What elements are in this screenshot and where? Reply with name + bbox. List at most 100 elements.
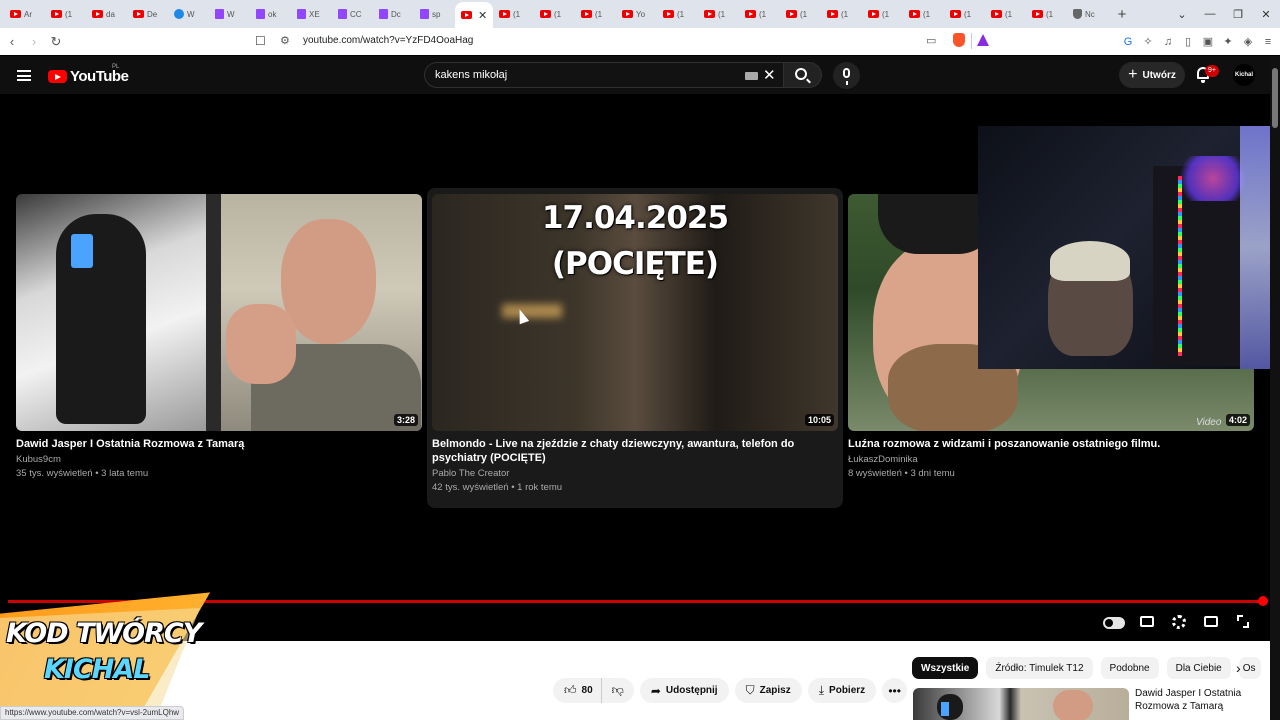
browser-tab[interactable]: ✕	[455, 2, 493, 28]
keyboard-icon[interactable]	[745, 72, 758, 80]
url-text[interactable]: youtube.com/watch?v=YzFD4OoaHag	[303, 35, 473, 46]
fullscreen-icon[interactable]	[1237, 615, 1243, 621]
menu-icon[interactable]: ≡	[1258, 36, 1278, 48]
dislike-button[interactable]: 👎︎	[600, 678, 634, 703]
channel-name[interactable]: Kubus9cm	[16, 453, 422, 467]
vpn-icon[interactable]: ◈	[1238, 35, 1258, 48]
site-settings-icon[interactable]: ⚙	[280, 34, 290, 47]
endscreen-video-2[interactable]: 17.04.2025 (POCIĘTE) 10:05 Belmondo - Li…	[427, 188, 843, 508]
chip-truncated[interactable]: Os	[1238, 657, 1261, 679]
translate-icon[interactable]: G	[1118, 36, 1138, 48]
forward-icon[interactable]: ›	[24, 34, 44, 49]
brave-rewards-icon[interactable]	[977, 34, 989, 46]
browser-tab[interactable]: (1	[698, 3, 739, 25]
tab-search-button[interactable]: ⌄	[1168, 8, 1196, 21]
browser-tab[interactable]: (1	[1026, 3, 1067, 25]
bookmark-icon[interactable]: ☐	[255, 34, 266, 48]
browser-tab[interactable]: (1	[575, 3, 616, 25]
video-thumbnail[interactable]: 17.04.2025 (POCIĘTE) 10:05	[432, 194, 838, 431]
hamburger-menu-icon[interactable]	[17, 70, 31, 81]
browser-tab[interactable]: W	[209, 3, 250, 25]
share-button[interactable]: ➦ Udostępnij	[639, 678, 729, 703]
browser-tab[interactable]: Dc	[373, 3, 414, 25]
wallet-icon[interactable]: ▣	[1198, 35, 1218, 48]
channel-name[interactable]: Pablo The Creator	[432, 467, 843, 481]
brave-shield-icon[interactable]	[953, 33, 965, 47]
video-title[interactable]: Luźna rozmowa z widzami i poszanowanie o…	[848, 437, 1254, 451]
browser-tab[interactable]: Nc	[1067, 3, 1108, 25]
browser-tab[interactable]: XE	[291, 3, 332, 25]
avatar[interactable]: Kichal	[1233, 64, 1255, 86]
miniplayer-icon[interactable]	[1204, 616, 1218, 627]
subtitles-icon[interactable]	[1140, 616, 1154, 627]
reload-icon[interactable]: ↻	[46, 34, 66, 50]
endscreen-video-1[interactable]: 3:28 Dawid Jasper I Ostatnia Rozmowa z T…	[16, 194, 422, 481]
browser-tab[interactable]: sp	[414, 3, 455, 25]
channel-name[interactable]: ŁukaszDominika	[848, 453, 1254, 467]
browser-tab[interactable]: Yo	[616, 3, 657, 25]
download-button[interactable]: ⤓ Pobierz	[807, 678, 877, 703]
browser-tab[interactable]: (1	[985, 3, 1026, 25]
browser-tab[interactable]: (1	[45, 3, 86, 25]
scrubber-handle[interactable]	[1258, 596, 1268, 606]
search-input[interactable]: kakens mikołaj ✕	[424, 62, 784, 88]
chip-for-you[interactable]: Dla Ciebie	[1166, 657, 1231, 679]
restore-button[interactable]: ❐	[1224, 8, 1252, 21]
browser-tab[interactable]: (1	[493, 3, 534, 25]
chevron-right-icon[interactable]: ›	[1236, 660, 1241, 676]
voice-search-button[interactable]	[833, 62, 860, 89]
tab-label: (1	[800, 9, 808, 19]
browser-tab[interactable]: Ar	[4, 3, 45, 25]
browser-tab[interactable]: (1	[821, 3, 862, 25]
address-bar[interactable]: ☐ ⚙ youtube.com/watch?v=YzFD4OoaHag ▭	[248, 30, 1000, 53]
browser-tab[interactable]: De	[127, 3, 168, 25]
like-button[interactable]: 👍︎ 80	[553, 678, 601, 703]
browser-tab[interactable]: ok	[250, 3, 291, 25]
sidebar-icon[interactable]: ▯	[1178, 35, 1198, 48]
video-title[interactable]: Dawid Jasper I Ostatnia Rozmowa z Tamarą	[16, 437, 422, 451]
youtube-play-icon	[48, 70, 67, 83]
video-title[interactable]: Belmondo - Live na zjeździe z chaty dzie…	[432, 437, 832, 465]
new-tab-button[interactable]: +	[1108, 6, 1136, 23]
recommended-thumbnail[interactable]	[913, 688, 1129, 720]
save-button[interactable]: ⛉ Zapisz	[734, 678, 802, 703]
music-icon[interactable]: ♫	[1158, 36, 1178, 48]
search-button[interactable]	[784, 62, 822, 88]
chip-source[interactable]: Źródło: Timulek T12	[986, 657, 1093, 679]
back-icon[interactable]: ‹	[2, 34, 22, 49]
leo-icon[interactable]: ✦	[1218, 35, 1238, 48]
browser-tab[interactable]: (1	[862, 3, 903, 25]
cast-icon[interactable]: ▭	[926, 34, 936, 47]
close-window-button[interactable]: ✕	[1252, 8, 1280, 21]
download-label: Pobierz	[829, 685, 866, 696]
search-query[interactable]: kakens mikołaj	[435, 69, 507, 81]
avatar-text: Kichal	[1234, 72, 1253, 78]
page-scrollbar[interactable]	[1270, 56, 1280, 720]
puzzle-icon[interactable]: ✧	[1138, 35, 1158, 48]
settings-gear-icon[interactable]	[1172, 615, 1186, 629]
clear-search-icon[interactable]: ✕	[763, 66, 776, 84]
tab-label: (1	[65, 9, 73, 19]
more-actions-button[interactable]: •••	[882, 678, 908, 703]
tab-label: (1	[1005, 9, 1013, 19]
video-thumbnail[interactable]: 3:28	[16, 194, 422, 431]
browser-tab[interactable]: CC	[332, 3, 373, 25]
close-tab-icon[interactable]: ✕	[478, 9, 487, 22]
browser-tab[interactable]: (1	[739, 3, 780, 25]
create-button[interactable]: + Utwórz	[1119, 62, 1185, 88]
autoplay-toggle[interactable]	[1103, 617, 1125, 629]
tab-label: Nc	[1085, 9, 1095, 19]
chip-similar[interactable]: Podobne	[1100, 657, 1159, 679]
minimize-button[interactable]: —	[1196, 8, 1224, 20]
chip-all[interactable]: Wszystkie	[912, 657, 979, 679]
tab-label: (1	[718, 9, 726, 19]
browser-tab[interactable]: (1	[944, 3, 985, 25]
browser-tab[interactable]: (1	[780, 3, 821, 25]
browser-tab[interactable]: (1	[534, 3, 575, 25]
browser-tab[interactable]: W	[168, 3, 209, 25]
youtube-logo[interactable]: YouTube PL	[48, 64, 129, 85]
browser-tab[interactable]: (1	[657, 3, 698, 25]
browser-tab[interactable]: (1	[903, 3, 944, 25]
recommended-title[interactable]: Dawid Jasper I Ostatnia Rozmowa z Tamarą	[1135, 687, 1265, 713]
browser-tab[interactable]: da	[86, 3, 127, 25]
